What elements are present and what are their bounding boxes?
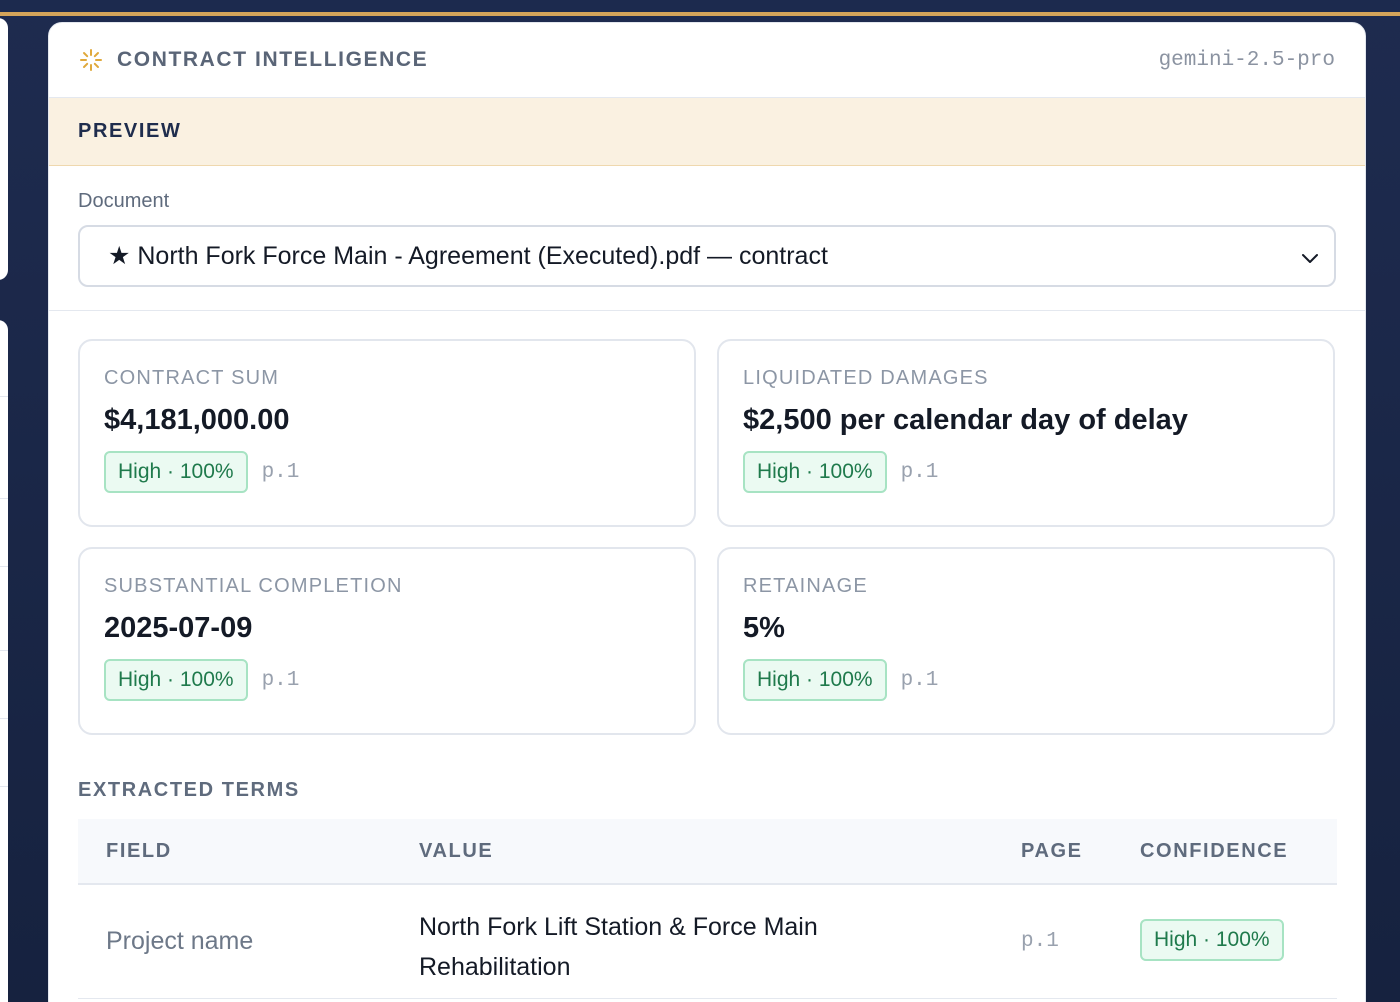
metric-label: LIQUIDATED DAMAGES [743, 367, 989, 389]
card-title: CONTRACT INTELLIGENCE [117, 48, 429, 71]
cell-field: Project name [106, 927, 254, 955]
preview-label: PREVIEW [78, 120, 182, 142]
confidence-badge: High · 100% [743, 659, 887, 701]
background-panel-lower [0, 320, 8, 1002]
confidence-badge: High · 100% [104, 659, 248, 701]
card-header: CONTRACT INTELLIGENCE gemini-2.5-pro [49, 23, 1365, 98]
brand: CONTRACT INTELLIGENCE [79, 48, 428, 72]
preview-banner: PREVIEW [49, 98, 1365, 166]
page-reference[interactable]: p.1 [901, 669, 939, 692]
background-panel [0, 18, 8, 280]
column-header-field[interactable]: FIELD [106, 840, 172, 863]
metric-label: RETAINAGE [743, 575, 868, 597]
metric-meta: High · 100% p.1 [743, 451, 1309, 493]
confidence-badge: High · 100% [104, 451, 248, 493]
metric-card-contract-sum: CONTRACT SUM $4,181,000.00 High · 100% p… [78, 339, 696, 527]
metric-value: 2025-07-09 [104, 612, 253, 644]
sparkle-icon [79, 48, 103, 72]
document-select[interactable]: ★ North Fork Force Main - Agreement (Exe… [78, 225, 1336, 287]
table-row[interactable]: Project name North Fork Lift Station & F… [78, 885, 1337, 999]
metric-meta: High · 100% p.1 [743, 659, 1309, 701]
metric-label: SUBSTANTIAL COMPLETION [104, 575, 403, 597]
accent-stripe [0, 12, 1400, 16]
table-header: FIELD VALUE PAGE CONFIDENCE [78, 819, 1337, 885]
cell-value: North Fork Lift Station & Force Main Reh… [419, 913, 818, 981]
cell-page[interactable]: p.1 [1021, 930, 1059, 953]
metric-value: 5% [743, 612, 785, 644]
metric-meta: High · 100% p.1 [104, 659, 670, 701]
confidence-badge: High · 100% [1140, 919, 1284, 961]
page-reference[interactable]: p.1 [262, 669, 300, 692]
metric-value: $4,181,000.00 [104, 404, 290, 436]
cell-confidence: High · 100% [1140, 919, 1284, 961]
contract-intelligence-card: CONTRACT INTELLIGENCE gemini-2.5-pro PRE… [48, 22, 1366, 1002]
extracted-terms-table: FIELD VALUE PAGE CONFIDENCE Project name… [78, 819, 1337, 999]
page-reference[interactable]: p.1 [262, 461, 300, 484]
document-section: Document ★ North Fork Force Main - Agree… [49, 166, 1365, 311]
metric-card-retainage: RETAINAGE 5% High · 100% p.1 [717, 547, 1335, 735]
column-header-page[interactable]: PAGE [1021, 840, 1083, 863]
page-reference[interactable]: p.1 [901, 461, 939, 484]
chevron-down-icon [1300, 246, 1320, 266]
metric-meta: High · 100% p.1 [104, 451, 670, 493]
document-label: Document [78, 190, 170, 212]
metric-card-substantial-completion: SUBSTANTIAL COMPLETION 2025-07-09 High ·… [78, 547, 696, 735]
column-header-value[interactable]: VALUE [419, 840, 493, 863]
confidence-badge: High · 100% [743, 451, 887, 493]
extracted-terms-heading: EXTRACTED TERMS [78, 779, 300, 801]
metric-value: $2,500 per calendar day of delay [743, 404, 1188, 436]
column-header-confidence[interactable]: CONFIDENCE [1140, 840, 1288, 863]
metric-label: CONTRACT SUM [104, 367, 280, 389]
document-select-value: ★ North Fork Force Main - Agreement (Exe… [108, 242, 828, 270]
metric-card-liquidated-damages: LIQUIDATED DAMAGES $2,500 per calendar d… [717, 339, 1335, 527]
model-name: gemini-2.5-pro [1158, 48, 1335, 72]
